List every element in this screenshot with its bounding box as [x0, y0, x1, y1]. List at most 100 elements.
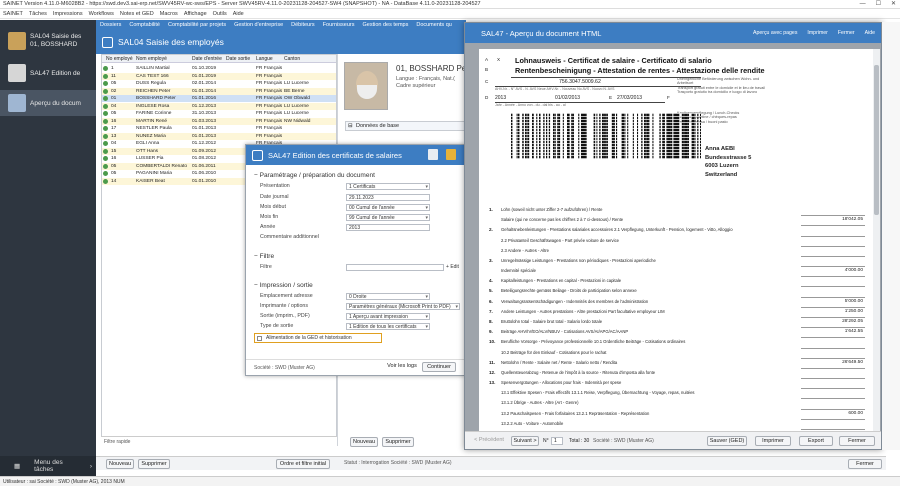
- employee-language-line: Langue : Français, Nat.(: [396, 76, 456, 82]
- sidebar-item-apercu[interactable]: Aperçu du docum: [0, 90, 96, 116]
- field-label: Imprimante / options: [260, 303, 308, 309]
- end-month-select[interactable]: 99 Cumul de l'année: [346, 214, 430, 221]
- column-header-canton[interactable]: Canton: [284, 55, 324, 63]
- column-header-no[interactable]: No employé: [106, 55, 134, 63]
- pages-preview-button[interactable]: Aperçu avec pages: [753, 23, 797, 43]
- close-icon[interactable]: ✕: [891, 0, 896, 9]
- amount-underline: [801, 388, 865, 390]
- order-filter-button[interactable]: Ordre et filtre initial: [276, 459, 330, 469]
- menu-outils[interactable]: Outils: [213, 10, 227, 18]
- table-row[interactable]: 02 REICHEN Peter 01.01.2014 FR Français BE B…: [102, 87, 336, 95]
- filter-edit-button[interactable]: + Edit: [446, 264, 459, 270]
- continue-button[interactable]: Continuer: [422, 362, 456, 372]
- table-cell-no: 14: [111, 178, 117, 184]
- table-row[interactable]: 17 NESTLER Paula 01.01.2013 FR Français: [102, 125, 336, 132]
- line-label: Beiträge AHV/IV/EO/ALV/NBUV - Cotisation…: [501, 329, 629, 335]
- comment-input[interactable]: [346, 234, 348, 241]
- print-footer-button[interactable]: Imprimer: [755, 436, 791, 446]
- ged-checkbox-label: Alimentation de la GED et historisation: [266, 335, 352, 341]
- line-number: 12.: [489, 369, 496, 375]
- previous-button[interactable]: < Précédent: [471, 436, 507, 446]
- table-row[interactable]: 13 NUNEZ Maria 01.01.2013 FR Français: [102, 132, 336, 140]
- table-row[interactable]: 01 BOSSHARD Peter 01.01.2016 FR Français OW …: [102, 95, 336, 102]
- menu-taches[interactable]: Tâches: [29, 10, 47, 18]
- column-header-exit[interactable]: Date sortie: [226, 55, 256, 63]
- tab-compta-projets[interactable]: Comptabilité par projets: [168, 20, 226, 30]
- help-button[interactable]: Aide: [865, 23, 875, 43]
- menu-aide[interactable]: Aide: [233, 10, 244, 18]
- detail-new-button[interactable]: Nouveau: [350, 437, 378, 447]
- table-cell-lang: FR Français: [256, 118, 283, 124]
- table-row[interactable]: 16 MARTIN René 01.03.2013 FR Français NW Nid…: [102, 117, 336, 125]
- person-icon: [103, 118, 108, 124]
- table-cell-name: NESTLER Paula: [136, 126, 172, 131]
- close-button[interactable]: Fermer: [838, 23, 855, 43]
- table-cell-lang: FR Français: [256, 88, 283, 94]
- delete-employee-button[interactable]: Supprimer: [138, 459, 170, 469]
- minimize-icon[interactable]: —: [860, 0, 866, 9]
- journal-date-input[interactable]: 29.11.2023: [346, 194, 430, 201]
- section-base-data[interactable]: ⊟ Données de base: [345, 121, 465, 131]
- table-row[interactable]: 04 INGLESE Rosa 01.12.2013 FR Français LU Lu…: [102, 102, 336, 110]
- address-position-select[interactable]: 0 Droite: [346, 293, 430, 300]
- menu-workflows[interactable]: Workflows: [89, 10, 114, 18]
- tab-dossiers[interactable]: Dossiers: [100, 20, 121, 30]
- save-ged-button[interactable]: Sauver (GED): [707, 436, 747, 446]
- page-title: SAL04 Saisie des employés: [118, 37, 224, 47]
- main-close-button[interactable]: Fermer: [848, 459, 882, 469]
- tab-debiteurs[interactable]: Débiteurs: [291, 20, 315, 30]
- column-header-entry[interactable]: Date d'entrée: [192, 55, 226, 63]
- document-icon[interactable]: [428, 149, 438, 160]
- scrollbar-thumb[interactable]: [874, 65, 879, 215]
- menu-impressions[interactable]: Impressions: [53, 10, 83, 18]
- menu-macros[interactable]: Macros: [160, 10, 178, 18]
- table-row[interactable]: 1 SAILLIN Martial 01.10.2019 FR Français: [102, 65, 336, 72]
- printer-select[interactable]: Paramètres généraux (Microsoft Print to …: [346, 303, 460, 310]
- year-input[interactable]: 2013: [346, 224, 430, 231]
- table-row[interactable]: 05 FARINE Corinne 31.10.2013 FR Français LU …: [102, 110, 336, 117]
- output-select[interactable]: 1 Aperçu avant impression: [346, 313, 430, 320]
- filter-input[interactable]: [346, 264, 444, 271]
- tab-documents[interactable]: Documents qu: [416, 20, 451, 30]
- table-cell-entry: 01.01.2013: [192, 133, 217, 139]
- line-label: 13.1.2 Übrige - Autres - Altre (Art - Ge…: [501, 400, 579, 406]
- chevron-right-icon[interactable]: ›: [90, 463, 92, 470]
- tab-fournisseurs[interactable]: Fournisseurs: [323, 20, 355, 30]
- print-button[interactable]: Imprimer: [807, 23, 827, 43]
- sidebar-item-sal47[interactable]: SAL47 Edition de: [0, 60, 96, 86]
- close-footer-button[interactable]: Fermer: [839, 436, 875, 446]
- amount-underline: [801, 276, 865, 278]
- tab-comptabilite[interactable]: Comptabilité: [129, 20, 160, 30]
- ged-checkbox-row[interactable]: Alimentation de la GED et historisation: [254, 333, 382, 343]
- table-row[interactable]: 11 CAS TEST 166 01.01.2019 FR Français: [102, 72, 336, 80]
- quick-filter-input[interactable]: Filtre rapide: [101, 436, 337, 446]
- view-logs-button[interactable]: Voir les logs: [386, 362, 418, 372]
- presentation-select[interactable]: 1 Certificats: [346, 183, 430, 190]
- column-header-language[interactable]: Langue: [256, 55, 286, 63]
- tab-gestion-temps[interactable]: Gestion des temps: [362, 20, 408, 30]
- folder-icon[interactable]: [446, 149, 456, 160]
- task-grid-icon: ▦: [14, 463, 21, 470]
- detail-delete-button[interactable]: Supprimer: [382, 437, 414, 447]
- column-header-name[interactable]: Nom employé: [136, 55, 188, 63]
- export-button[interactable]: Export: [799, 436, 833, 446]
- page-number-input[interactable]: 1: [551, 437, 563, 445]
- table-cell-entry: 01.01.2013: [192, 126, 217, 131]
- preview-scrollbar[interactable]: [873, 49, 880, 431]
- line-number: 3.: [489, 257, 493, 263]
- next-button[interactable]: Suivant >: [511, 436, 539, 446]
- start-month-select[interactable]: 00 Cumul de l'année: [346, 204, 430, 211]
- menu-notes-ged[interactable]: Notes et GED: [120, 10, 154, 18]
- table-row[interactable]: 05 DUSS Regula 02.01.2014 FR Français LU Luc…: [102, 80, 336, 87]
- sidebar-item-sal04[interactable]: SAL04 Saisie des 01, BOSSHARD: [0, 28, 96, 54]
- tab-gestion-entreprise[interactable]: Gestion d'entreprise: [234, 20, 283, 30]
- ged-checkbox[interactable]: [257, 336, 262, 341]
- menu-affichage[interactable]: Affichage: [184, 10, 207, 18]
- maximize-icon[interactable]: ☐: [876, 0, 881, 9]
- preview-footer: < Précédent Suivant > N° 1 Total : 30 So…: [465, 431, 881, 449]
- line-amount: 4'000.00: [844, 268, 863, 274]
- output-type-select[interactable]: 1 Edition de tous les certificats: [346, 323, 430, 330]
- menu-sainet[interactable]: SAINET: [3, 10, 23, 18]
- new-employee-button[interactable]: Nouveau: [106, 459, 134, 469]
- task-menu-bar[interactable]: ▦ Menu des tâches ›: [0, 456, 96, 476]
